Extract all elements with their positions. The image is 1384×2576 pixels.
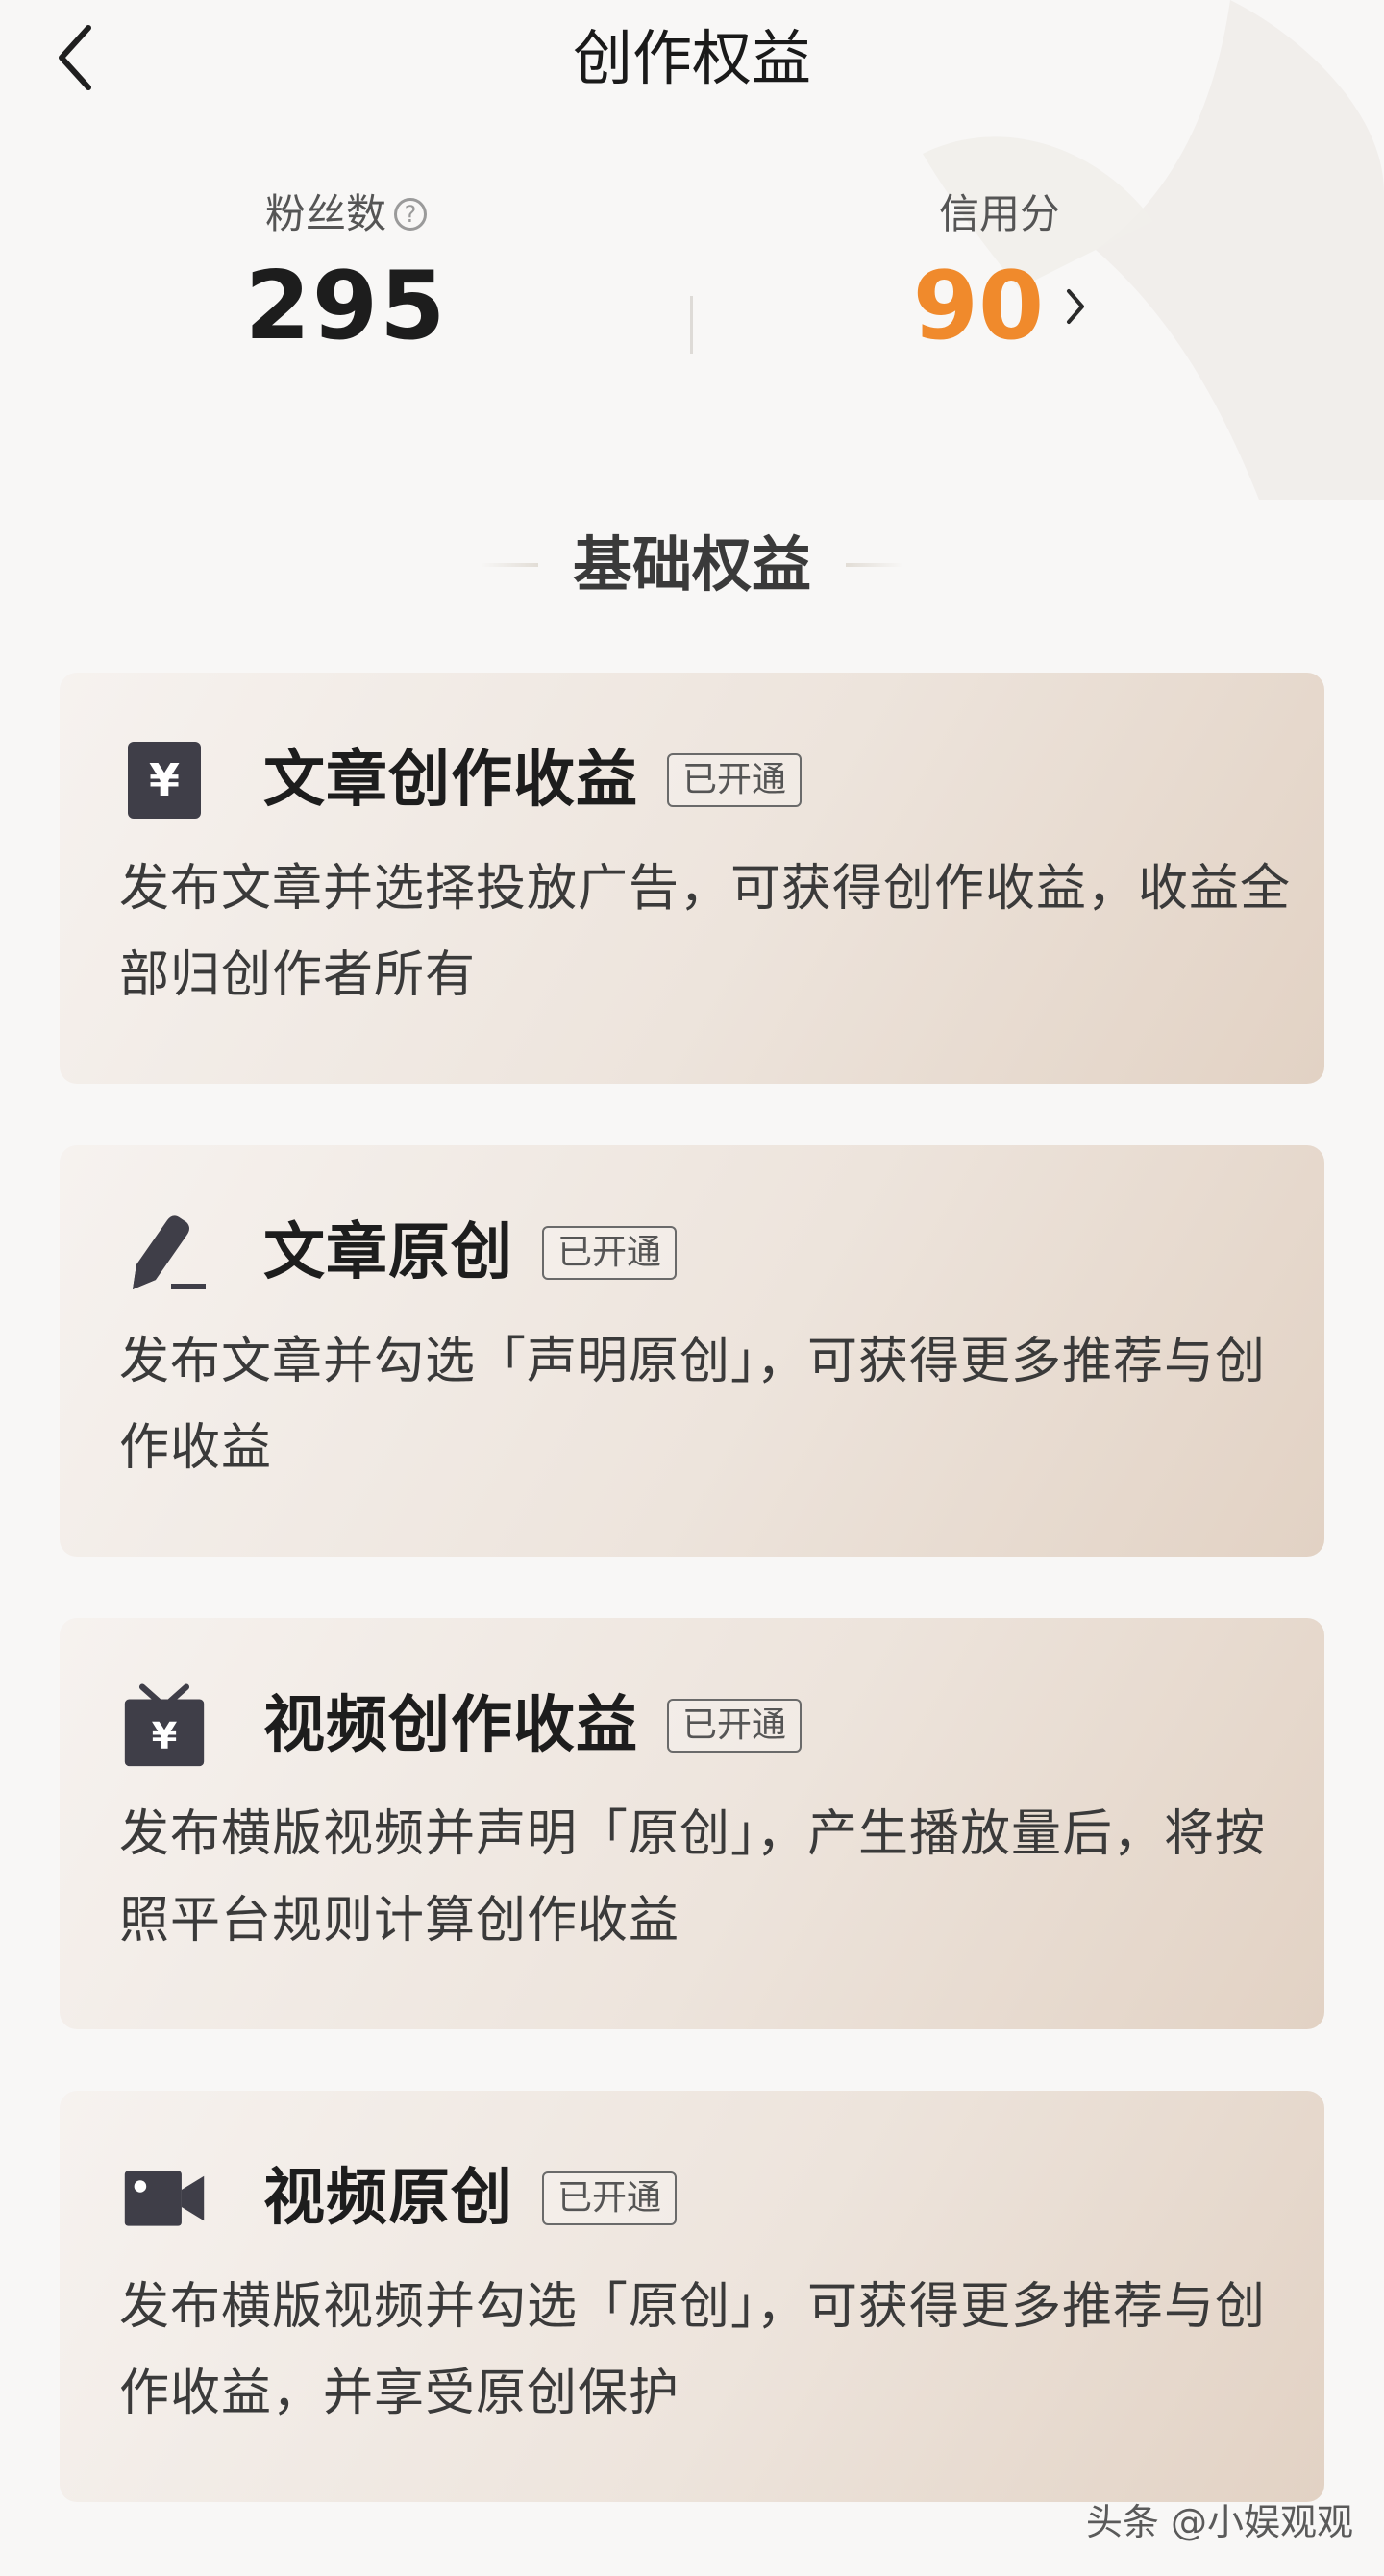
fans-label-row: 粉丝数 ? — [265, 188, 427, 240]
fans-label: 粉丝数 — [264, 190, 386, 237]
card-description: 发布文章并勾选「声明原创」，可获得更多推荐与创作收益 — [119, 1333, 1267, 1477]
question-mark-icon[interactable]: ? — [394, 198, 427, 231]
card-description: 发布文章并选择投放广告，可获得创作收益，收益全部归创作者所有 — [119, 860, 1292, 1004]
credit-label: 信用分 — [938, 190, 1060, 237]
section-header: 基础权益 — [0, 527, 1384, 603]
section-divider-left — [481, 563, 538, 567]
fans-stat: 粉丝数 ? 295 — [144, 188, 548, 359]
card-title: 视频创作收益 — [263, 1690, 638, 1761]
benefit-card-video-original[interactable]: 视频原创 已开通 发布横版视频并勾选「原创」，可获得更多推荐与创作收益，并享受原… — [60, 2091, 1324, 2502]
status-badge: 已开通 — [542, 1226, 678, 1280]
stats-divider — [690, 296, 693, 354]
benefit-card-article-original[interactable]: 文章原创 已开通 发布文章并勾选「声明原创」，可获得更多推荐与创作收益 — [60, 1145, 1324, 1557]
top-bar: 创作权益 — [0, 0, 1384, 115]
card-title: 文章创作收益 — [263, 745, 638, 816]
video-camera-icon — [123, 2154, 206, 2243]
svg-text:¥: ¥ — [149, 754, 180, 806]
card-description: 发布横版视频并声明「原创」，产生播放量后，将按照平台规则计算创作收益 — [119, 1805, 1267, 1950]
watermark-text: 头条 @小娱观观 — [1085, 2501, 1353, 2543]
credit-value-row[interactable]: 90 — [913, 254, 1086, 359]
benefit-card-article-income[interactable]: ¥ 文章创作收益 已开通 发布文章并选择投放广告，可获得创作收益，收益全部归创作… — [60, 673, 1324, 1084]
card-header: ¥ 视频创作收益 已开通 — [123, 1681, 803, 1770]
card-title: 视频原创 — [263, 2163, 513, 2234]
card-description: 发布横版视频并勾选「原创」，可获得更多推荐与创作收益，并享受原创保护 — [119, 2278, 1267, 2422]
chevron-right-icon — [1067, 289, 1085, 324]
status-badge: 已开通 — [667, 1699, 803, 1753]
section-divider-right — [846, 563, 903, 567]
yuan-icon: ¥ — [123, 736, 206, 824]
tv-yuan-icon: ¥ — [123, 1681, 206, 1770]
fans-count: 295 — [244, 252, 448, 361]
page-title: 创作权益 — [572, 23, 811, 93]
stats-panel: 粉丝数 ? 295 信用分 90 — [0, 188, 1384, 380]
card-header: 视频原创 已开通 — [123, 2154, 678, 2243]
credit-stat[interactable]: 信用分 90 — [798, 188, 1201, 359]
svg-text:¥: ¥ — [152, 1715, 178, 1758]
card-header: 文章原创 已开通 — [123, 1209, 678, 1297]
card-title: 文章原创 — [263, 1217, 513, 1288]
benefit-card-video-income[interactable]: ¥ 视频创作收益 已开通 发布横版视频并声明「原创」，产生播放量后，将按照平台规… — [60, 1618, 1324, 2029]
credit-score: 90 — [912, 252, 1045, 361]
pen-icon — [123, 1209, 206, 1297]
card-header: ¥ 文章创作收益 已开通 — [123, 736, 803, 824]
status-badge: 已开通 — [542, 2171, 678, 2225]
section-title: 基础权益 — [572, 529, 811, 600]
status-badge: 已开通 — [667, 753, 803, 807]
